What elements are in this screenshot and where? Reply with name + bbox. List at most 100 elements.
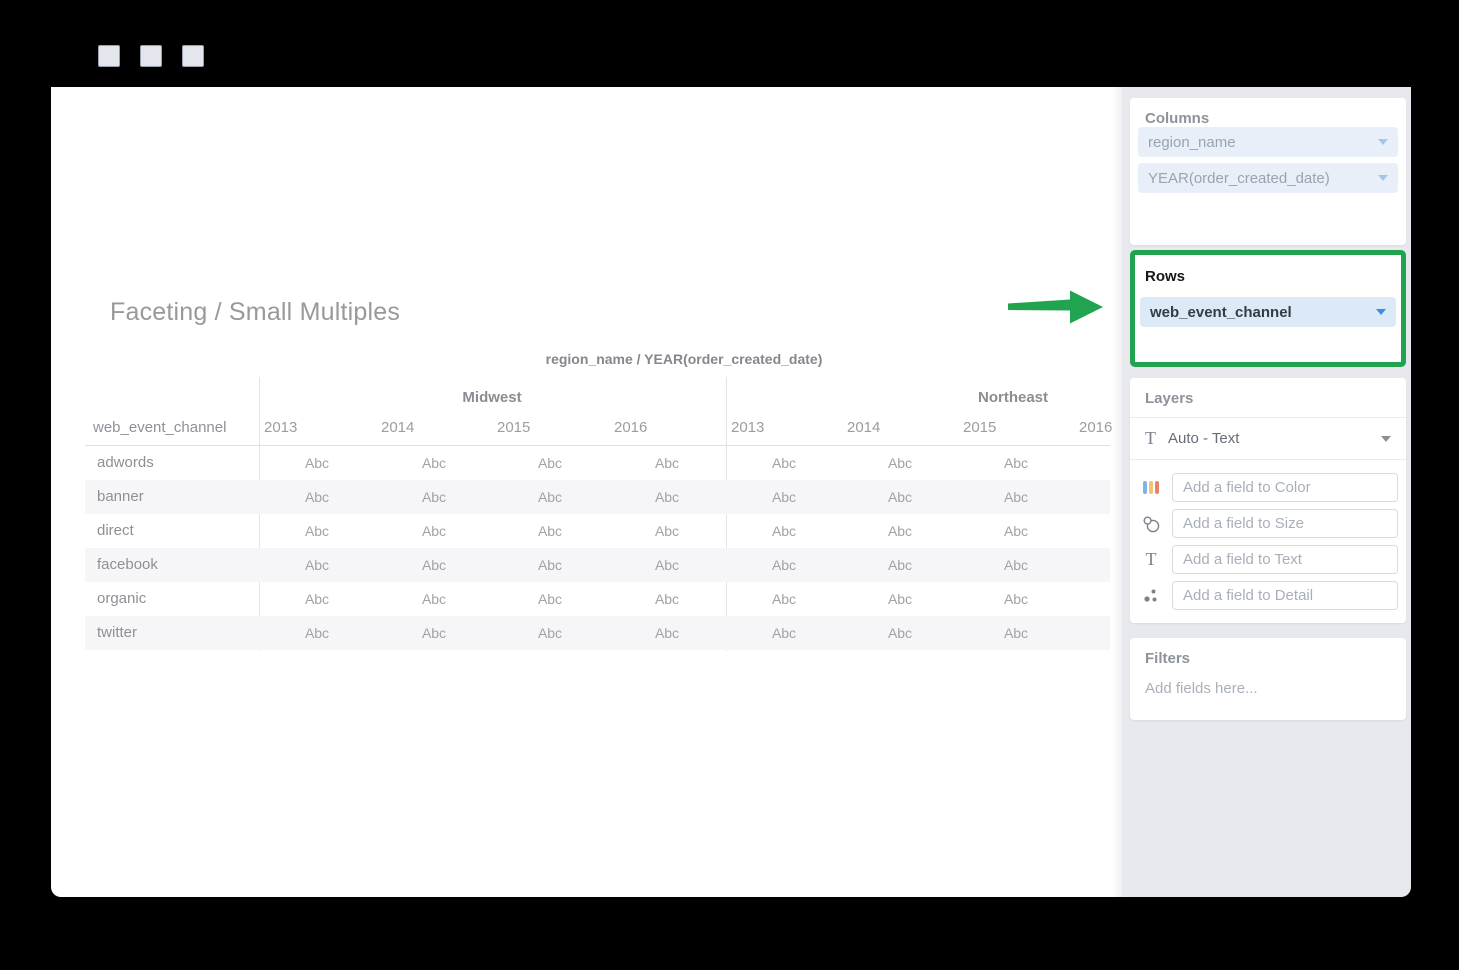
filters-panel: Filters Add fields here...: [1130, 638, 1406, 720]
field-pill-label: region_name: [1148, 134, 1236, 151]
table-cell: Abc: [726, 514, 842, 548]
table-cell: Abc: [609, 480, 725, 514]
text-t-icon: T: [1130, 549, 1172, 570]
field-pill-web-event-channel[interactable]: web_event_channel: [1140, 297, 1396, 327]
table-cell: Abc: [492, 480, 608, 514]
table-cell: Abc: [842, 616, 958, 650]
table-cell: Abc: [842, 548, 958, 582]
size-circles-icon: [1130, 515, 1172, 533]
app-window: Faceting / Small Multiples region_name /…: [51, 25, 1411, 897]
columns-panel: Columns region_name YEAR(order_created_d…: [1130, 98, 1406, 245]
row-dimension-header: web_event_channel: [93, 419, 226, 436]
table-cell: Abc: [259, 480, 375, 514]
table-cell: Abc: [726, 616, 842, 650]
detail-dots-icon: [1130, 588, 1172, 604]
chevron-down-icon[interactable]: [1376, 309, 1386, 315]
facet-year-label: 2014: [847, 419, 880, 436]
field-pill-year-order-created-date[interactable]: YEAR(order_created_date): [1138, 163, 1398, 193]
window-body: Faceting / Small Multiples region_name /…: [51, 87, 1411, 897]
table-cell: Abc: [492, 446, 608, 480]
facet-year-label: 2016: [1079, 419, 1112, 436]
table-cell: Abc: [958, 446, 1074, 480]
window-square-icon[interactable]: [140, 45, 162, 67]
table-row: directAbcAbcAbcAbcAbcAbcAbc: [85, 514, 1110, 548]
detail-field-dropzone[interactable]: Add a field to Detail: [1172, 581, 1398, 610]
table-cell: Abc: [376, 548, 492, 582]
table-cell: Abc: [259, 582, 375, 616]
facet-group-label: Midwest: [462, 389, 521, 406]
annotation-arrow: [1008, 290, 1104, 324]
table-cell: Abc: [376, 446, 492, 480]
size-slot: Add a field to Size: [1130, 509, 1398, 538]
table-cell: Abc: [958, 548, 1074, 582]
table-row: organicAbcAbcAbcAbcAbcAbcAbc: [85, 582, 1110, 616]
field-pill-region-name[interactable]: region_name: [1138, 127, 1398, 157]
window-square-icon[interactable]: [182, 45, 204, 67]
facet-year-label: 2013: [264, 419, 297, 436]
detail-slot: Add a field to Detail: [1130, 581, 1398, 610]
table-row: facebookAbcAbcAbcAbcAbcAbcAbc: [85, 548, 1110, 582]
table-cell: Abc: [609, 548, 725, 582]
table-cell: Abc: [492, 616, 608, 650]
table-cell: Abc: [726, 446, 842, 480]
table-cell: Abc: [842, 582, 958, 616]
config-sidebar: Columns region_name YEAR(order_created_d…: [1122, 87, 1411, 897]
table-row: bannerAbcAbcAbcAbcAbcAbcAbc: [85, 480, 1110, 514]
layers-panel: Layers T Auto - Text Add a field to Colo…: [1130, 378, 1406, 623]
table-cell: Abc: [609, 582, 725, 616]
row-label: adwords: [97, 446, 154, 480]
text-slot: T Add a field to Text: [1130, 545, 1398, 574]
text-t-icon: T: [1145, 428, 1156, 449]
text-field-dropzone[interactable]: Add a field to Text: [1172, 545, 1398, 574]
window-titlebar: [51, 25, 1411, 87]
facet-year-label: 2015: [497, 419, 530, 436]
table-cell: Abc: [376, 480, 492, 514]
color-bars-icon: [1130, 481, 1172, 494]
row-label: facebook: [97, 548, 158, 582]
facet-year-label: 2016: [614, 419, 647, 436]
table-cell: Abc: [958, 514, 1074, 548]
layer-slots: Add a field to Color Add a field to Size…: [1130, 460, 1406, 610]
color-field-dropzone[interactable]: Add a field to Color: [1172, 473, 1398, 502]
window-square-icon[interactable]: [98, 45, 120, 67]
facet-year-label: 2014: [381, 419, 414, 436]
chevron-down-icon[interactable]: [1378, 175, 1388, 181]
field-pill-label: web_event_channel: [1150, 304, 1292, 321]
facet-group-label: Northeast: [978, 389, 1048, 406]
table-cell: Abc: [958, 616, 1074, 650]
filters-panel-title: Filters: [1130, 638, 1406, 667]
layer-type-label: Auto - Text: [1168, 430, 1239, 447]
chevron-down-icon[interactable]: [1381, 436, 1391, 442]
table-cell: Abc: [726, 582, 842, 616]
layer-type-selector[interactable]: T Auto - Text: [1130, 418, 1406, 460]
row-label: twitter: [97, 616, 137, 650]
report-canvas: Faceting / Small Multiples region_name /…: [51, 87, 1122, 897]
columns-panel-title: Columns: [1130, 98, 1406, 127]
table-cell: Abc: [726, 480, 842, 514]
table-cell: Abc: [842, 480, 958, 514]
row-label: banner: [97, 480, 144, 514]
table-cell: Abc: [492, 582, 608, 616]
table-cell: Abc: [376, 616, 492, 650]
chevron-down-icon[interactable]: [1378, 139, 1388, 145]
table-cell: Abc: [492, 514, 608, 548]
facet-year-label: 2013: [731, 419, 764, 436]
layers-panel-title: Layers: [1130, 378, 1406, 418]
size-field-dropzone[interactable]: Add a field to Size: [1172, 509, 1398, 538]
table-cell: Abc: [259, 548, 375, 582]
table-cell: Abc: [958, 480, 1074, 514]
table-cell: Abc: [376, 582, 492, 616]
color-slot: Add a field to Color: [1130, 473, 1398, 502]
table-row: adwordsAbcAbcAbcAbcAbcAbcAbc: [85, 446, 1110, 480]
table-cell: Abc: [842, 446, 958, 480]
table-cell: Abc: [958, 582, 1074, 616]
pivot-dimensions-label: region_name / YEAR(order_created_date): [546, 351, 823, 367]
table-cell: Abc: [609, 514, 725, 548]
filters-dropzone[interactable]: Add fields here...: [1130, 667, 1406, 697]
table-cell: Abc: [609, 616, 725, 650]
rows-panel-title: Rows: [1135, 255, 1401, 285]
row-label: direct: [97, 514, 134, 548]
page-title: Faceting / Small Multiples: [110, 298, 400, 327]
facet-year-label: 2015: [963, 419, 996, 436]
table-cell: Abc: [842, 514, 958, 548]
